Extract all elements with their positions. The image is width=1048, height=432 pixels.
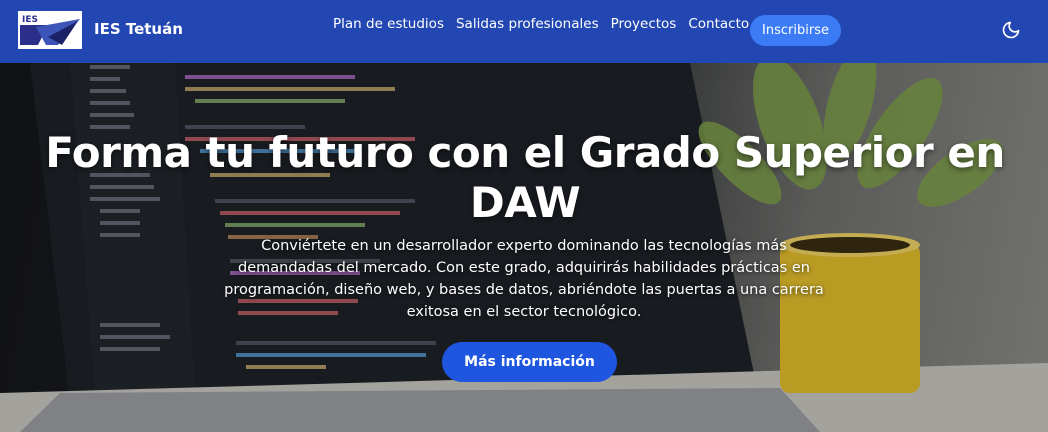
hero-title: Forma tu futuro con el Grado Superior en… (45, 128, 1005, 227)
nav-link-plan-de-estudios[interactable]: Plan de estudios (333, 15, 444, 33)
hero-section: Forma tu futuro con el Grado Superior en… (0, 63, 1048, 432)
mas-informacion-button[interactable]: Más información (442, 342, 617, 382)
moon-icon (1002, 21, 1020, 39)
hero-description: Conviértete en un desarrollador experto … (224, 238, 824, 320)
logo-text: IES (22, 15, 38, 25)
nav-link-contacto[interactable]: Contacto (688, 15, 749, 33)
nav-link-salidas-profesionales[interactable]: Salidas profesionales (456, 15, 599, 33)
inscribirse-button[interactable]: Inscribirse (750, 15, 841, 46)
brand-name[interactable]: IES Tetuán (94, 20, 183, 38)
theme-toggle-button[interactable] (1000, 20, 1022, 42)
navbar: IES IES Tetuán Plan de estudios Salidas … (0, 0, 1048, 63)
main-nav: Plan de estudios Salidas profesionales P… (333, 15, 749, 33)
school-logo[interactable]: IES (18, 11, 82, 49)
nav-link-proyectos[interactable]: Proyectos (611, 15, 677, 33)
